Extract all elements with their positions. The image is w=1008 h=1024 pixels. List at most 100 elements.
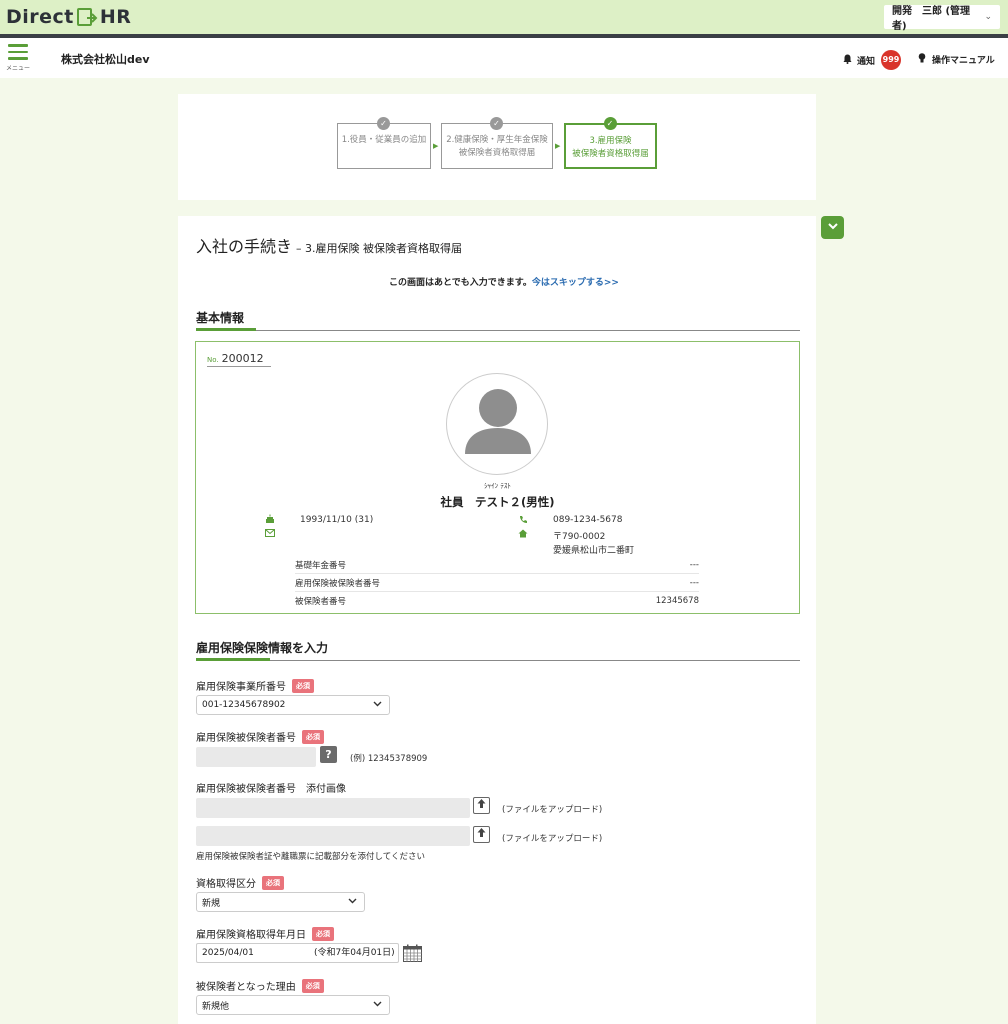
user-menu[interactable]: 開発 三郎 (管理者) ⌄ [884, 5, 1000, 32]
reason-label-text: 被保険者となった理由 [196, 982, 296, 993]
chevron-down-icon [373, 700, 382, 710]
employee-number-prefix: No. [207, 356, 219, 364]
basic-info-rule-accent [196, 328, 256, 331]
calendar-icon[interactable] [403, 944, 422, 965]
office-number-label-text: 雇用保険事業所番号 [196, 682, 286, 693]
logo-text-direct: Direct [6, 6, 74, 28]
reason-select[interactable]: 新規他 [196, 995, 390, 1015]
step-2: ✓ 2.健康保険・厚生年金保険 被保険者資格取得届 [441, 117, 553, 169]
info-row-label: 雇用保険被保険者番号 [295, 578, 381, 589]
birth-date: 1993/11/10 (31) [300, 515, 374, 525]
info-row-label: 被保険者番号 [295, 597, 347, 607]
step-1: ✓ 1.役員・従業員の追加 [337, 117, 431, 169]
attach-file-input-1[interactable] [196, 798, 470, 818]
insured-number-example: (例) 12345378909 [350, 754, 428, 764]
sub-header: メニュー 株式会社松山dev 通知 999 操作マニュアル [0, 38, 1008, 78]
menu-label: メニュー [6, 64, 31, 72]
info-row: 雇用保険被保険者番号 --- [295, 574, 699, 592]
acquisition-type-select[interactable]: 新規 [196, 892, 365, 912]
acquisition-date-input[interactable]: 2025/04/01 (令和7年04月01日) [196, 943, 399, 963]
notification-count-badge: 999 [881, 50, 902, 70]
chevron-down-icon [373, 1000, 382, 1010]
acquisition-date-label-text: 雇用保険資格取得年月日 [196, 930, 306, 941]
mail-icon [265, 529, 275, 540]
acquisition-date-value: 2025/04/01 [202, 948, 254, 958]
attach-file-input-2[interactable] [196, 826, 470, 846]
logo-text-hr: HR [99, 6, 132, 28]
office-number-value: 001-12345678902 [202, 700, 286, 710]
info-row-label: 基礎年金番号 [295, 560, 347, 571]
employment-insurance-rule-accent [196, 658, 270, 661]
required-badge: 必須 [292, 678, 314, 693]
lightbulb-icon [918, 53, 926, 66]
step-arrow-icon: ▶ [555, 142, 561, 150]
employment-insurance-rule [196, 660, 800, 661]
user-name: 開発 三郎 (管理者) [892, 6, 971, 32]
required-badge: 必須 [301, 978, 324, 993]
manual-link[interactable]: 操作マニュアル [918, 53, 995, 66]
info-row-value: --- [689, 577, 699, 588]
top-bar: Direct HR 開発 三郎 (管理者) ⌄ [0, 0, 1008, 35]
company-name: 株式会社松山dev [61, 53, 150, 66]
phone-icon [519, 515, 528, 527]
skip-text: この画面はあとでも入力できます。 [389, 278, 532, 288]
page-title: 入社の手続き – 3.雇用保険 被保険者資格取得届 [196, 233, 462, 257]
notification-button[interactable]: 通知 999 [843, 50, 902, 70]
step-2-label-line1: 2.健康保険・厚生年金保険 [446, 135, 548, 145]
logo[interactable]: Direct HR [6, 6, 131, 28]
acquisition-date-wareki: (令和7年04月01日) [314, 948, 395, 958]
attach-image-label: 雇用保険被保険者番号 添付画像 [196, 784, 346, 795]
person-icon [465, 389, 531, 454]
acquisition-type-value: 新規 [202, 898, 221, 909]
upload-icon[interactable] [473, 797, 490, 814]
info-row: 被保険者番号 12345678 [295, 592, 699, 610]
reason-label: 被保険者となった理由 必須 [196, 978, 324, 993]
info-row-value: --- [689, 559, 699, 570]
postal-code: 〒790-0002 [553, 532, 606, 542]
step-arrow-icon: ▶ [433, 142, 439, 150]
office-number-label: 雇用保険事業所番号 必須 [196, 678, 314, 693]
acquisition-type-label-text: 資格取得区分 [196, 879, 256, 890]
avatar [446, 373, 548, 475]
page-title-sub: – 3.雇用保険 被保険者資格取得届 [296, 242, 463, 255]
skip-notice: この画面はあとでも入力できます。今はスキップする>> [0, 275, 1008, 288]
required-badge: 必須 [302, 729, 324, 744]
info-row: 基礎年金番号 --- [295, 556, 699, 574]
check-icon: ✓ [603, 117, 617, 130]
chevron-down-icon [348, 897, 357, 907]
upload-hint: (ファイルをアップロード) [502, 834, 603, 844]
required-badge: 必須 [262, 875, 284, 890]
address: 愛媛県松山市二番町 [553, 546, 635, 556]
office-number-select[interactable]: 001-12345678902 [196, 695, 390, 715]
step-3: ✓ 3.雇用保険 被保険者資格取得届 [564, 117, 657, 169]
info-row-value: 12345678 [655, 596, 699, 606]
employee-number: No. 200012 [207, 352, 271, 367]
menu-button[interactable]: メニュー [6, 44, 30, 72]
hamburger-icon [6, 44, 30, 60]
logo-mark-icon [76, 6, 98, 28]
chevron-down-icon [827, 220, 838, 233]
step-3-label-line1: 3.雇用保険 [589, 136, 632, 146]
insured-number-input[interactable] [196, 747, 316, 767]
home-icon [518, 529, 528, 541]
employment-insurance-heading: 雇用保険保険情報を入力 [196, 641, 329, 655]
basic-info-rule [196, 330, 800, 331]
required-badge: 必須 [312, 926, 334, 941]
basic-info-heading: 基本情報 [196, 311, 245, 325]
notification-label: 通知 [857, 56, 876, 67]
collapse-button[interactable] [821, 216, 844, 239]
skip-link[interactable]: 今はスキップする>> [532, 278, 619, 288]
step-2-label-line2: 被保険者資格取得届 [458, 148, 536, 158]
phone-number: 089-1234-5678 [553, 515, 623, 525]
step-3-label-line2: 被保険者資格取得届 [572, 149, 649, 159]
chevron-down-icon: ⌄ [984, 12, 992, 22]
employee-kana: ｼｬｲﾝ ﾃｽﾄ [484, 482, 511, 490]
insured-number-label-text: 雇用保険被保険者番号 [196, 733, 296, 744]
check-icon: ✓ [377, 117, 390, 130]
cake-icon [265, 514, 275, 527]
upload-hint: (ファイルをアップロード) [502, 805, 603, 815]
upload-icon[interactable] [473, 826, 490, 843]
help-button[interactable]: ? [320, 746, 337, 763]
attach-note: 雇用保険被保険者証や離職票に記載部分を添付してください [196, 852, 425, 862]
bell-icon [843, 54, 852, 67]
